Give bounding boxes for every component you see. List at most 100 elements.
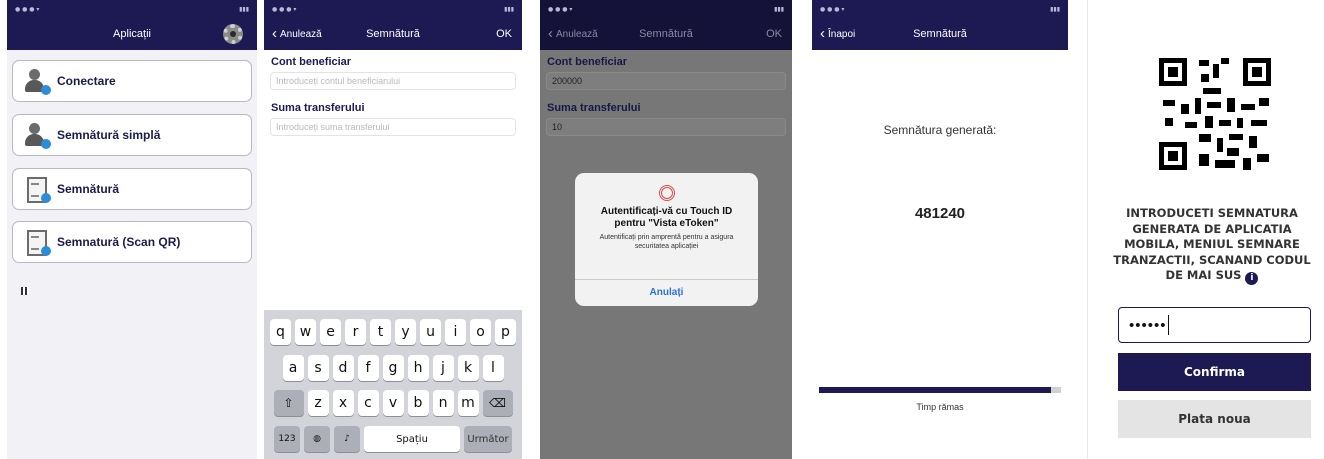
person-key-icon: [23, 68, 51, 95]
key[interactable]: z: [307, 390, 329, 416]
menu-connect-button[interactable]: Conectare: [12, 60, 252, 102]
key[interactable]: r: [345, 319, 366, 345]
qr-finder: [1243, 58, 1271, 86]
ok-button[interactable]: OK: [496, 18, 512, 50]
cancel-button[interactable]: ‹ Anulează: [548, 18, 598, 50]
keyboard-row-4: 123 ◍ ♪ Spațiu Următor: [264, 426, 522, 452]
screen-web-confirm: INTRODUCETI SEMNATURA GENERATA DE APLICA…: [1087, 0, 1324, 459]
key[interactable]: s: [307, 355, 329, 381]
account-label: Cont beneficiar: [547, 56, 628, 68]
signature-mask: ••••••: [1129, 316, 1167, 334]
alert-cancel-button[interactable]: Anulați: [575, 279, 758, 306]
key[interactable]: n: [432, 390, 454, 416]
key[interactable]: u: [420, 319, 441, 345]
new-payment-button[interactable]: Plata noua: [1118, 400, 1311, 438]
key[interactable]: a: [282, 355, 304, 381]
status-bar: ● ● ● ▾ ▮▮▮: [272, 5, 514, 13]
key[interactable]: o: [470, 319, 491, 345]
key[interactable]: d: [332, 355, 354, 381]
top-bar: ● ● ● ▾ ▮▮▮ Aplicații: [7, 0, 257, 50]
key[interactable]: h: [407, 355, 429, 381]
key[interactable]: t: [370, 319, 391, 345]
confirm-button[interactable]: Confirma: [1118, 353, 1311, 391]
key[interactable]: f: [357, 355, 379, 381]
cancel-button[interactable]: ‹ Anulează: [272, 18, 322, 50]
next-key[interactable]: Următor: [464, 426, 512, 452]
menu-signature-button[interactable]: Semnătură: [12, 168, 252, 210]
info-icon[interactable]: i: [1245, 272, 1259, 285]
key[interactable]: v: [382, 390, 404, 416]
key[interactable]: w: [295, 319, 316, 345]
top-bar: ● ● ● ▾ ▮▮▮ ‹ Înapoi Semnătură: [812, 0, 1068, 50]
amount-input[interactable]: Introduceți suma transferului: [270, 118, 516, 136]
touch-id-alert: Autentificați-vă cu Touch ID pentru "Vis…: [575, 173, 758, 306]
key[interactable]: g: [382, 355, 404, 381]
cancel-label: Anulează: [556, 28, 598, 40]
person-key-icon: [23, 122, 51, 149]
space-key[interactable]: Spațiu: [364, 426, 460, 452]
microphone-icon[interactable]: ♪: [334, 426, 360, 452]
screen-signature-form: ● ● ● ▾ ▮▮▮ ‹ Anulează Semnătură OK Cont b…: [264, 0, 522, 459]
keyboard-row-3: ⇧ z x c v b n m ⌫: [264, 390, 522, 416]
screen-touch-id: ● ● ● ▾ ▮▮▮ ‹ Anulează Semnătură OK Cont b…: [540, 0, 792, 459]
globe-icon[interactable]: ◍: [304, 426, 330, 452]
signature-input[interactable]: ••••••: [1118, 307, 1311, 343]
key[interactable]: y: [395, 319, 416, 345]
instructions-label: INTRODUCETI SEMNATURA GENERATA DE APLICA…: [1113, 206, 1311, 282]
alert-title: Autentificați-vă cu Touch ID pentru "Vis…: [600, 206, 733, 229]
key[interactable]: p: [495, 319, 516, 345]
document-qr-icon: [21, 229, 51, 295]
account-label: Cont beneficiar: [271, 56, 352, 68]
menu-signature-scan-qr-button[interactable]: Semnatură (Scan QR): [12, 221, 252, 295]
amount-label: Suma transferului: [547, 102, 641, 114]
cancel-label: Anulează: [280, 28, 322, 40]
text-caret: [1167, 315, 1169, 335]
menu-simple-signature-button[interactable]: Semnătură simplă: [12, 114, 252, 156]
chevron-left-icon: ‹: [272, 24, 277, 42]
instructions-text: INTRODUCETI SEMNATURA GENERATA DE APLICA…: [1110, 206, 1314, 285]
account-input[interactable]: Introduceți contul beneficiarului: [270, 72, 516, 90]
key[interactable]: k: [457, 355, 479, 381]
key[interactable]: x: [332, 390, 354, 416]
fingerprint-icon: [658, 185, 675, 201]
nav-bar: ‹ Înapoi Semnătură: [812, 18, 1068, 50]
timer-progress-fill: [819, 387, 1052, 393]
qr-finder: [1159, 142, 1187, 170]
numbers-key[interactable]: 123: [274, 426, 300, 452]
amount-label: Suma transferului: [271, 102, 365, 114]
shift-icon[interactable]: ⇧: [273, 390, 304, 416]
account-input[interactable]: 200000: [546, 72, 786, 90]
menu-label: Semnătură simplă: [57, 128, 161, 142]
back-button[interactable]: ‹ Înapoi: [820, 18, 855, 50]
top-bar: ● ● ● ▾ ▮▮▮ ‹ Anulează Semnătură OK: [264, 0, 522, 50]
key[interactable]: b: [407, 390, 429, 416]
status-bar: ● ● ● ▾ ▮▮▮: [15, 5, 249, 13]
keyboard-row-2: a s d f g h j k l: [264, 355, 522, 381]
menu-label: Semnatură (Scan QR): [57, 235, 181, 249]
amount-input[interactable]: 10: [546, 118, 786, 136]
backspace-icon[interactable]: ⌫: [482, 390, 513, 416]
settings-gear-icon[interactable]: [223, 24, 243, 44]
menu-label: Conectare: [57, 74, 116, 88]
key[interactable]: c: [357, 390, 379, 416]
back-label: Înapoi: [828, 28, 856, 40]
key[interactable]: j: [432, 355, 454, 381]
key[interactable]: e: [320, 319, 341, 345]
ok-button[interactable]: OK: [766, 18, 782, 50]
screen-applications: ● ● ● ▾ ▮▮▮ Aplicații Conectare Semnătură…: [7, 0, 257, 459]
key[interactable]: l: [482, 355, 504, 381]
qr-code: [1159, 58, 1271, 170]
alert-message: Autentificați prin amprentă pentru a asi…: [599, 234, 734, 250]
keyboard-row-1: q w e r t y u i o p: [264, 319, 522, 345]
status-bar: ● ● ● ▾ ▮▮▮: [820, 5, 1060, 13]
key[interactable]: q: [270, 319, 291, 345]
status-bar: ● ● ● ▾ ▮▮▮: [548, 5, 784, 13]
key[interactable]: m: [457, 390, 479, 416]
page-title: Semnătură: [366, 28, 420, 40]
signature-code: 481240: [914, 205, 966, 222]
chevron-left-icon: ‹: [820, 24, 825, 42]
document-key-icon: [23, 176, 51, 203]
screen-generated-signature: ● ● ● ▾ ▮▮▮ ‹ Înapoi Semnătură Semnătura g…: [812, 0, 1068, 459]
qr-finder: [1159, 58, 1187, 86]
key[interactable]: i: [445, 319, 466, 345]
